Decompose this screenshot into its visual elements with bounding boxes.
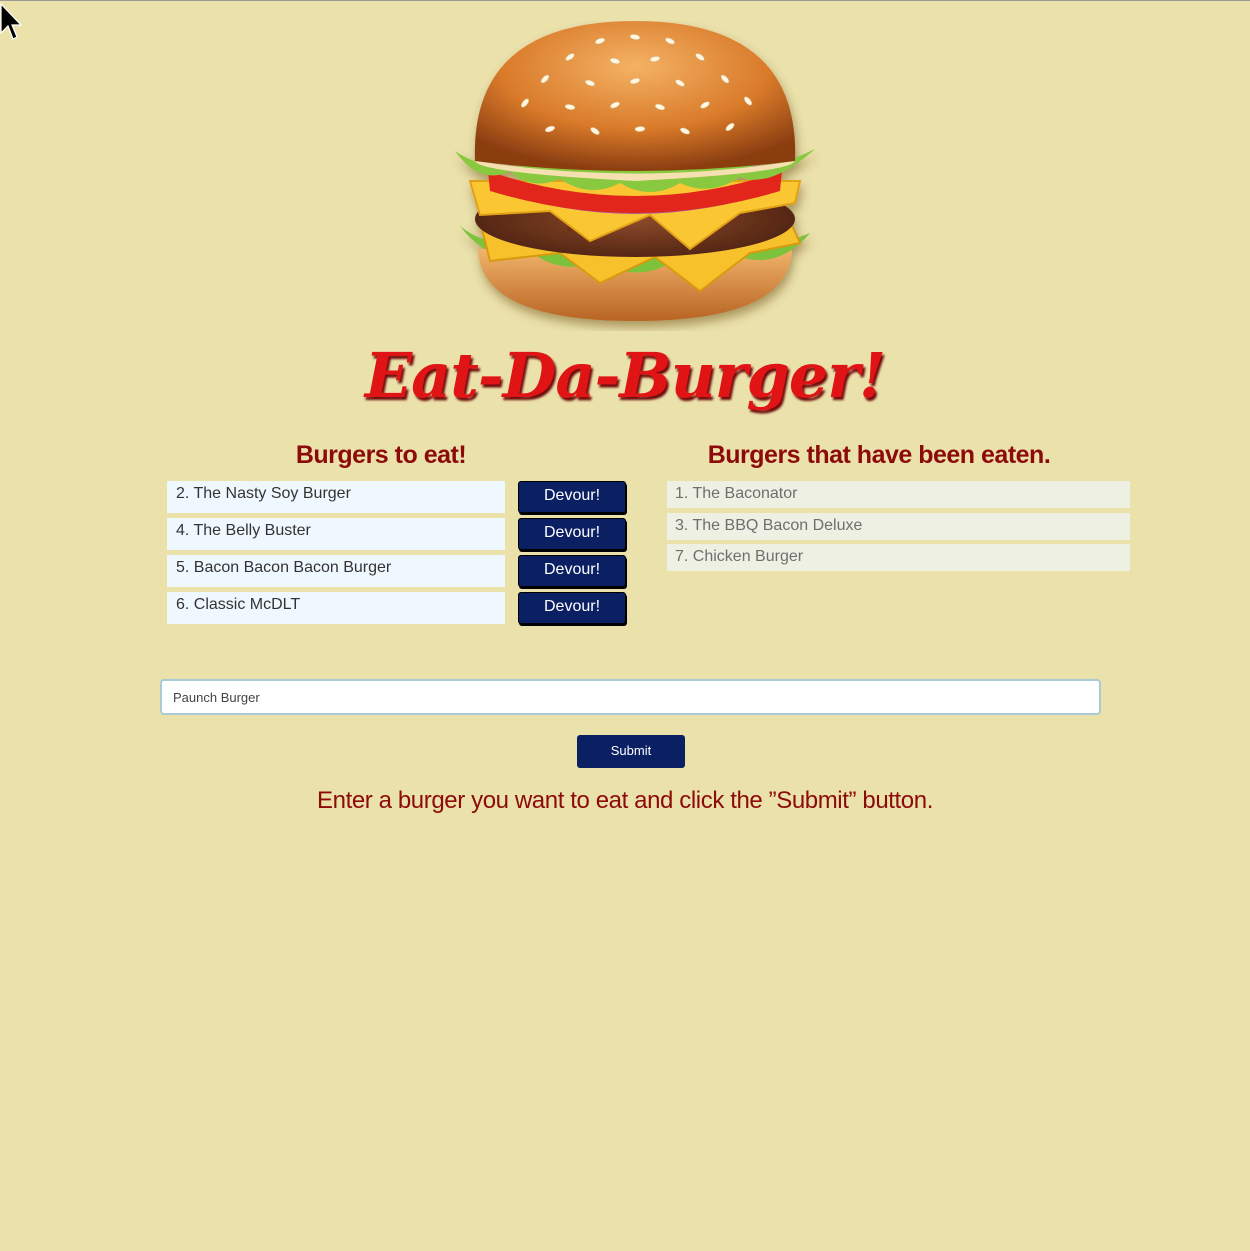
list-item: 2. The Nasty Soy Burger Devour! [167,481,627,518]
instructions-text: Enter a burger you want to eat and click… [317,787,933,814]
burger-logo-image [455,21,815,321]
devour-button[interactable]: Devour! [518,481,626,513]
burgers-to-eat-heading: Burgers to eat! [295,441,467,469]
list-item: 7. Chicken Burger [667,544,1130,571]
burgers-eaten-list: 1. The Baconator 3. The BBQ Bacon Deluxe… [667,481,1130,576]
burger-name: 6. Classic McDLT [167,592,505,624]
list-item: 5. Bacon Bacon Bacon Burger Devour! [167,555,627,592]
devour-button[interactable]: Devour! [518,592,626,624]
devour-button[interactable]: Devour! [518,518,626,550]
burgers-to-eat-list: 2. The Nasty Soy Burger Devour! 4. The B… [167,481,627,629]
mouse-cursor-icon [0,3,22,40]
burger-name: 2. The Nasty Soy Burger [167,481,505,513]
submit-button[interactable]: Submit [577,735,685,768]
page-title: Eat-Da-Burger! [364,339,886,412]
burger-name: 4. The Belly Buster [167,518,505,550]
burgers-eaten-heading: Burgers that have been eaten. [707,441,1051,469]
burger-name-input[interactable] [160,679,1101,715]
devour-button[interactable]: Devour! [518,555,626,587]
list-item: 1. The Baconator [667,481,1130,508]
list-item: 6. Classic McDLT Devour! [167,592,627,629]
burger-name: 5. Bacon Bacon Bacon Burger [167,555,505,587]
list-item: 4. The Belly Buster Devour! [167,518,627,555]
list-item: 3. The BBQ Bacon Deluxe [667,512,1130,540]
